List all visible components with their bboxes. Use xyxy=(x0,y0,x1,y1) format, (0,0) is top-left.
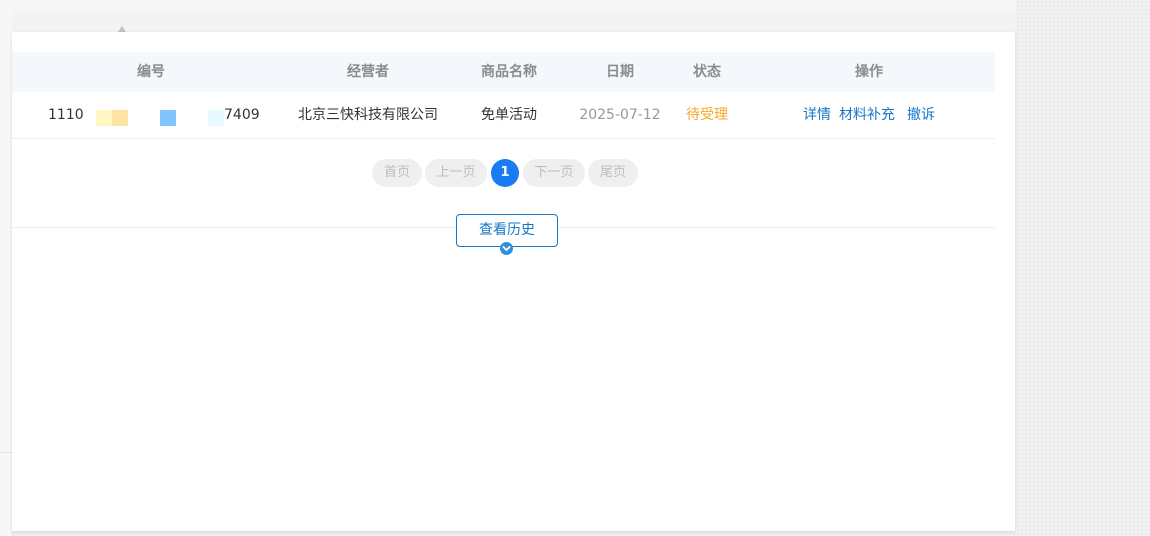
right-divider xyxy=(1016,10,1150,11)
row-operator: 北京三快科技有限公司 xyxy=(298,107,438,123)
header-operator: 经营者 xyxy=(347,64,389,80)
header-actions: 操作 xyxy=(855,64,883,80)
redacted-block xyxy=(112,110,128,126)
withdraw-link[interactable]: 撤诉 xyxy=(907,92,935,138)
status-badge: 待受理 xyxy=(686,107,728,123)
prev-page-button[interactable]: 上一页 xyxy=(425,159,487,187)
header-date: 日期 xyxy=(606,64,634,80)
page-1-button[interactable]: 1 xyxy=(491,159,519,187)
header-number: 编号 xyxy=(137,64,165,80)
redacted-block xyxy=(208,110,224,126)
row-number-suffix: 7409 xyxy=(224,107,260,123)
supplement-link[interactable]: 材料补充 xyxy=(839,92,895,138)
row-number-prefix: 1110 xyxy=(48,107,84,123)
top-subbar xyxy=(12,10,1016,32)
top-bar xyxy=(12,0,1016,10)
header-product: 商品名称 xyxy=(481,64,537,80)
redacted-block xyxy=(96,110,112,126)
chevron-down-icon[interactable] xyxy=(500,242,513,255)
next-page-button[interactable]: 下一页 xyxy=(523,159,585,187)
row-product: 免单活动 xyxy=(481,107,537,123)
row-date: 2025-07-12 xyxy=(579,107,661,123)
redacted-block xyxy=(160,110,176,126)
last-page-button[interactable]: 尾页 xyxy=(588,159,638,187)
table-row: 1110 7409 北京三快科技有限公司 免单活动 2025-07-12 待受理… xyxy=(12,92,995,139)
first-page-button[interactable]: 首页 xyxy=(372,159,422,187)
detail-link[interactable]: 详情 xyxy=(803,92,831,138)
header-status: 状态 xyxy=(693,64,721,80)
table-header: 编号 经营者 商品名称 日期 状态 操作 xyxy=(12,52,995,92)
content-panel: 编号 经营者 商品名称 日期 状态 操作 1110 7409 北京三快科技有限公… xyxy=(12,32,1015,531)
